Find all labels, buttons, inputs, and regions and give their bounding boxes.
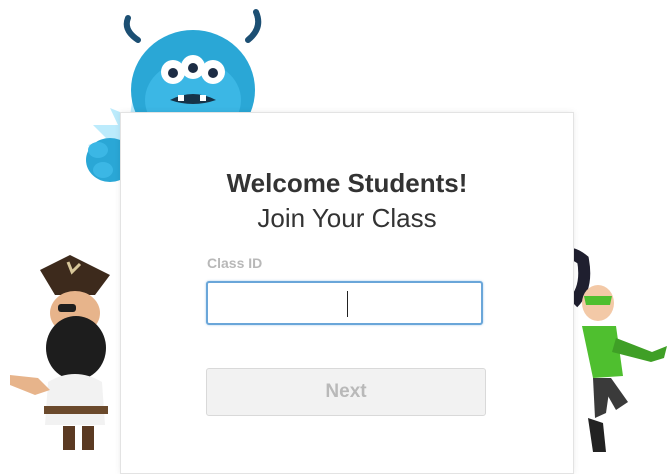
join-class-subtitle: Join Your Class [257,203,437,233]
text-caret [347,291,348,317]
class-id-field[interactable] [206,281,483,325]
welcome-title: Welcome Students! [226,168,468,198]
next-button[interactable]: Next [206,368,486,416]
pirate-illustration [10,255,110,450]
class-id-label: Class ID [207,255,263,271]
class-id-input[interactable] [208,283,481,323]
join-class-card: Welcome Students! Join Your Class Class … [120,112,574,474]
